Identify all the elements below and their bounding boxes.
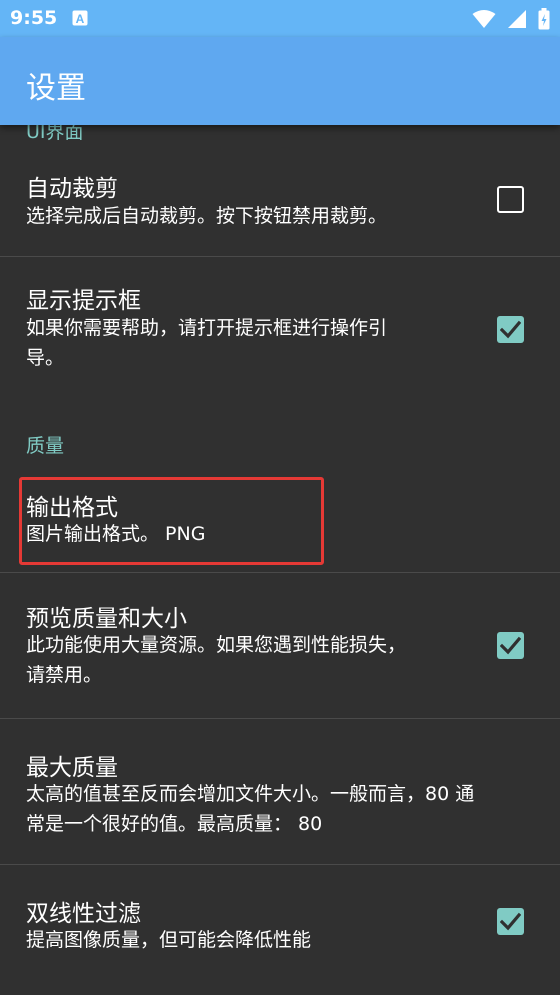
show-hints-checkbox[interactable] bbox=[497, 316, 524, 343]
pref-summary: 提高图像质量，但可能会降低性能 bbox=[26, 929, 312, 951]
pref-show-hints[interactable]: 显示提示框 如果你需要帮助，请打开提示框进行操作引 导。 bbox=[0, 257, 560, 387]
pref-title: 自动裁剪 bbox=[26, 176, 118, 202]
section-header-ui: UI界面 bbox=[26, 125, 84, 143]
pref-summary-line2: 导。 bbox=[26, 347, 65, 369]
battery-icon bbox=[538, 8, 550, 30]
bilinear-filter-checkbox[interactable] bbox=[497, 908, 524, 935]
section-header-quality: 质量 bbox=[26, 435, 65, 457]
pref-summary-line2: 常是一个很好的值。最高质量： 80 bbox=[26, 813, 323, 835]
settings-list[interactable]: UI界面 自动裁剪 选择完成后自动裁剪。按下按钮禁用裁剪。 显示提示框 如果你需… bbox=[0, 125, 560, 995]
svg-text:A: A bbox=[76, 12, 85, 26]
pref-auto-crop[interactable]: 自动裁剪 选择完成后自动裁剪。按下按钮禁用裁剪。 bbox=[0, 155, 560, 255]
pref-title: 双线性过滤 bbox=[26, 901, 141, 927]
pref-summary-line1: 此功能使用大量资源。如果您遇到性能损失， bbox=[26, 634, 407, 656]
checkmark-icon bbox=[500, 636, 521, 655]
pref-preview-quality[interactable]: 预览质量和大小 此功能使用大量资源。如果您遇到性能损失， 请禁用。 bbox=[0, 573, 560, 718]
pref-title: 预览质量和大小 bbox=[26, 606, 187, 632]
pref-summary-line1: 太高的值甚至反而会增加文件大小。一般而言，80 通 bbox=[26, 783, 475, 805]
app-bar: 设置 bbox=[0, 37, 560, 125]
pref-max-quality[interactable]: 最大质量 太高的值甚至反而会增加文件大小。一般而言，80 通 常是一个很好的值。… bbox=[0, 719, 560, 864]
checkmark-icon bbox=[500, 912, 521, 931]
status-bar: 9:55 A bbox=[0, 0, 560, 37]
page-title: 设置 bbox=[26, 71, 86, 106]
pref-summary: 选择完成后自动裁剪。按下按钮禁用裁剪。 bbox=[26, 205, 388, 227]
checkmark-icon bbox=[500, 320, 521, 339]
preview-quality-checkbox[interactable] bbox=[497, 632, 524, 659]
wifi-icon bbox=[472, 10, 496, 28]
pref-summary-line1: 如果你需要帮助，请打开提示框进行操作引 bbox=[26, 317, 388, 339]
highlight-box bbox=[19, 477, 324, 565]
status-time: 9:55 bbox=[10, 7, 58, 29]
notification-a-icon: A bbox=[72, 10, 88, 26]
signal-icon bbox=[507, 10, 526, 28]
pref-bilinear-filter[interactable]: 双线性过滤 提高图像质量，但可能会降低性能 bbox=[0, 865, 560, 985]
pref-summary-line2: 请禁用。 bbox=[26, 664, 103, 686]
pref-title: 最大质量 bbox=[26, 755, 118, 781]
status-icons bbox=[466, 8, 550, 30]
auto-crop-checkbox[interactable] bbox=[497, 186, 524, 213]
pref-title: 显示提示框 bbox=[26, 288, 141, 314]
